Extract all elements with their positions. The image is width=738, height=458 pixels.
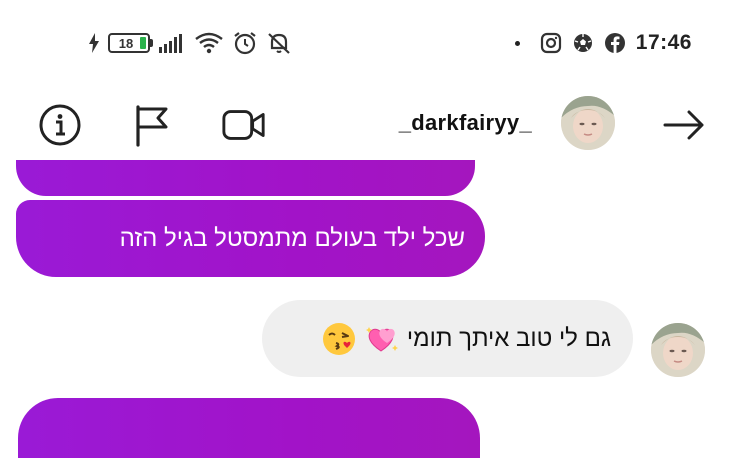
- status-bar: 18 17:46: [0, 0, 738, 86]
- message-text: גם לי טוב איתך תומי: [406, 324, 611, 352]
- message-bubble[interactable]: גם לי טוב איתך תומי: [262, 300, 633, 377]
- chat-header: _darkfairyy_: [0, 86, 738, 166]
- signal-icon: [159, 34, 182, 53]
- instagram-icon: [540, 32, 561, 54]
- video-call-button[interactable]: [221, 102, 267, 148]
- status-bar-right: 17:46: [514, 30, 692, 56]
- status-bar-left: 18: [88, 30, 292, 56]
- sender-avatar[interactable]: [651, 323, 705, 377]
- report-button[interactable]: [128, 102, 174, 148]
- status-time: 17:46: [635, 31, 692, 54]
- soccer-ball-icon: [573, 34, 592, 52]
- battery-icon: 18: [108, 33, 153, 53]
- avatar[interactable]: [561, 96, 615, 150]
- alarm-icon: [234, 32, 256, 55]
- facebook-icon: [604, 33, 625, 53]
- kissing-face-emoji: [321, 321, 357, 357]
- message-bubble[interactable]: שכל ילד בעולם מתמסטל בגיל הזה: [16, 200, 485, 277]
- back-button[interactable]: [661, 102, 707, 148]
- info-button[interactable]: [37, 102, 83, 148]
- avatar-photo: [651, 323, 705, 377]
- chat-username[interactable]: _darkfairyy_: [399, 110, 532, 136]
- wifi-icon: [195, 32, 223, 54]
- flag-icon: [136, 105, 168, 147]
- sparkling-heart-emoji: [365, 323, 399, 355]
- info-icon: [39, 104, 81, 146]
- message-bubble-partial[interactable]: [16, 160, 475, 196]
- battery-level: 18: [118, 35, 134, 51]
- muted-bell-icon: [268, 33, 290, 54]
- message-bubble-partial[interactable]: [18, 398, 480, 458]
- notification-dot-icon: [514, 40, 520, 46]
- message-text: שכל ילד בעולם מתמסטל בגיל הזה: [119, 224, 465, 252]
- video-call-icon: [222, 110, 265, 140]
- back-arrow-icon: [663, 110, 704, 140]
- charging-bolt-icon: [89, 33, 99, 53]
- avatar-photo: [561, 96, 615, 150]
